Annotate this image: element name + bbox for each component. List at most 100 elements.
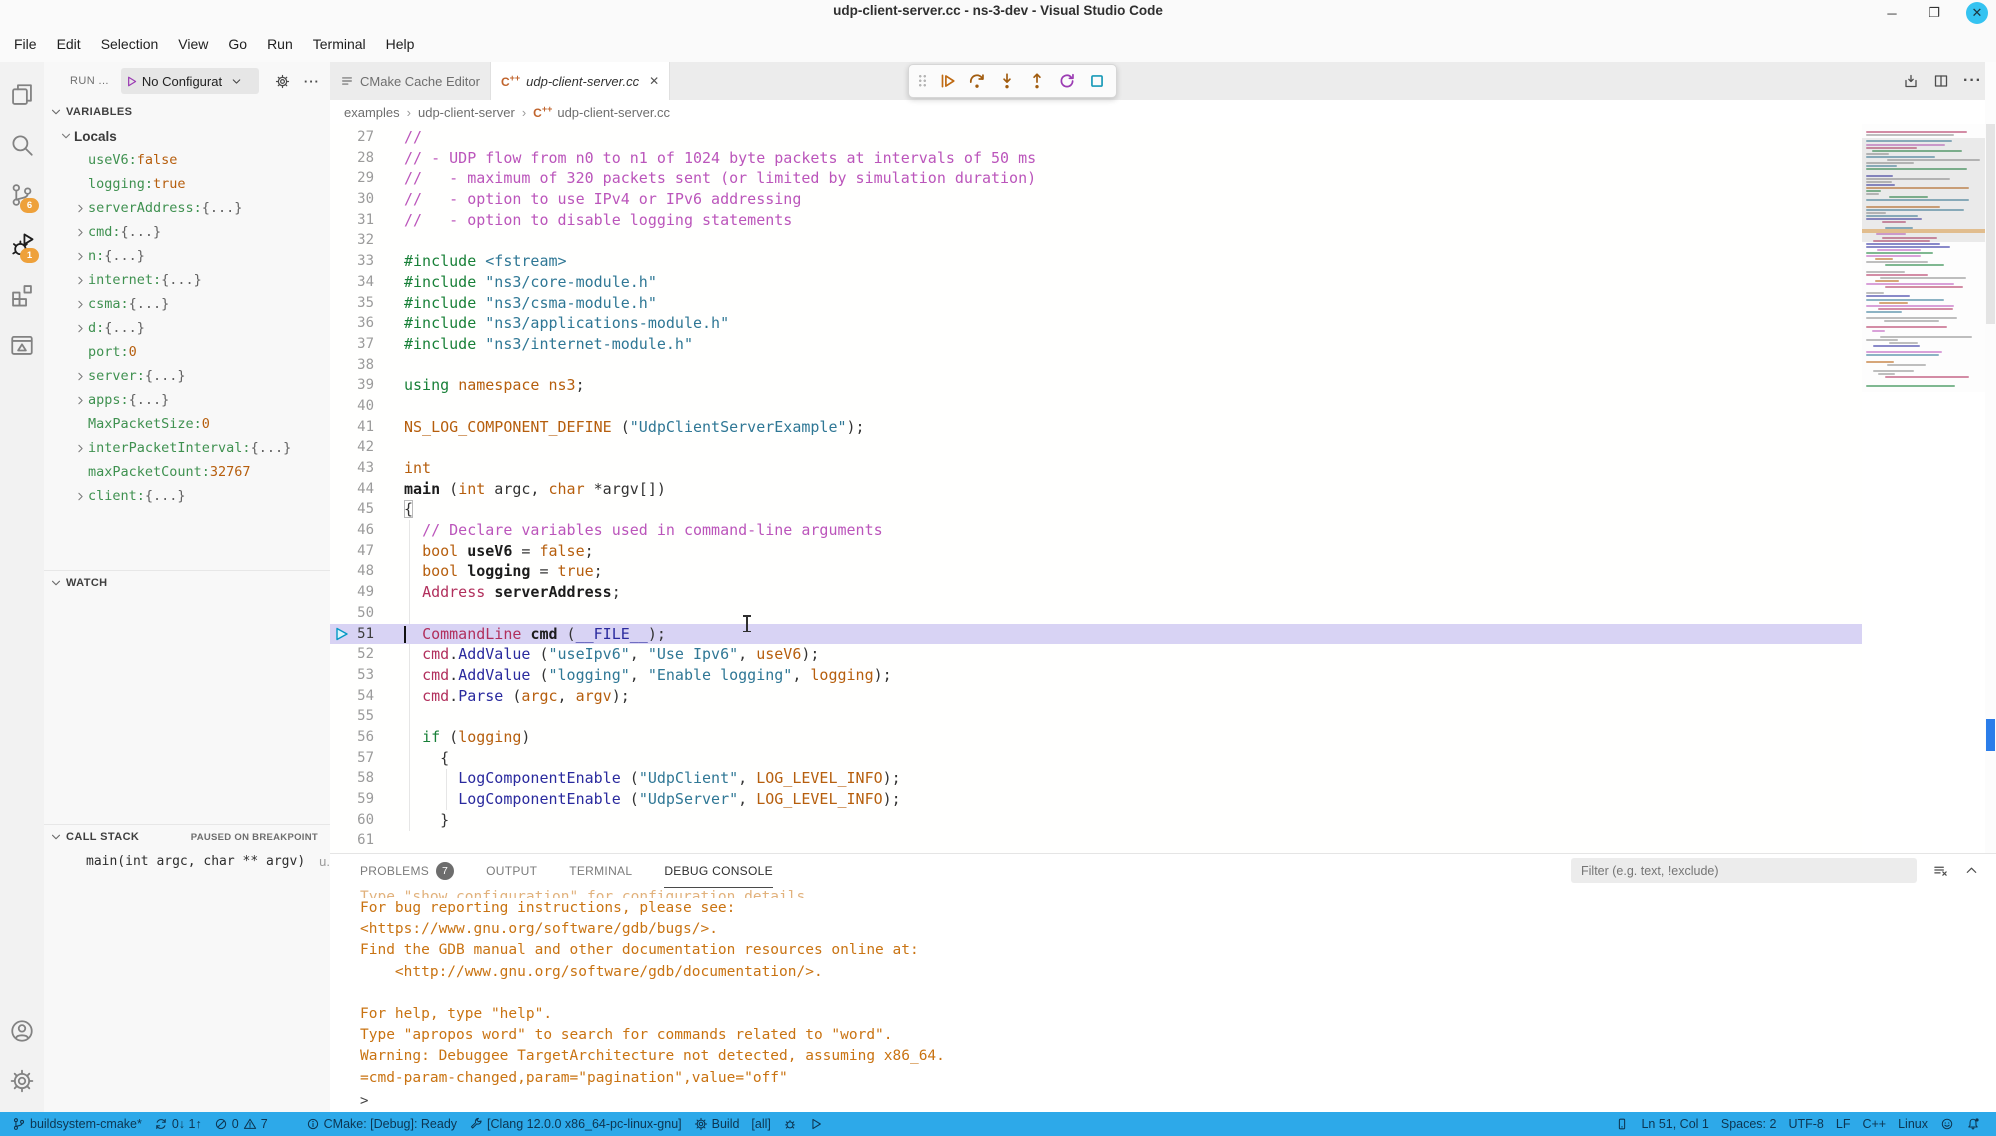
line-number[interactable]: 33 (330, 251, 374, 272)
activity-source-control[interactable]: 6 (0, 170, 44, 220)
debug-console-output[interactable]: Type "show configuration" for configurat… (360, 887, 1986, 1089)
code-line-52[interactable]: 52 cmd.AddValue ("useIpv6", "Use Ipv6", … (330, 644, 1862, 665)
variables-section-header[interactable]: VARIABLES (44, 100, 330, 124)
status-cursor-position[interactable]: Ln 51, Col 1 (1635, 1112, 1714, 1136)
menu-help[interactable]: Help (376, 31, 425, 57)
variable-row-logging[interactable]: logging: true (44, 172, 330, 196)
line-number[interactable]: 60 (330, 810, 374, 831)
status-indentation[interactable]: Spaces: 2 (1715, 1112, 1783, 1136)
line-number[interactable]: 61 (330, 830, 374, 851)
debug-settings-gear-icon[interactable] (275, 74, 290, 89)
line-number[interactable]: 43 (330, 458, 374, 479)
variable-row-internet[interactable]: internet: {...} (44, 268, 330, 292)
code-line-27[interactable]: 27// (330, 127, 1862, 148)
activity-run-and-debug[interactable]: 1 (0, 220, 44, 270)
tab-udp-client-server-cc[interactable]: C++udp-client-server.cc✕ (491, 62, 670, 100)
menu-go[interactable]: Go (218, 31, 257, 57)
views-more-actions[interactable]: ··· (304, 74, 320, 89)
status-remote-device[interactable] (1609, 1112, 1635, 1136)
status-cmake-launch[interactable] (803, 1112, 829, 1136)
activity-explorer[interactable] (0, 70, 44, 120)
code-line-28[interactable]: 28// - UDP flow from n0 to n1 of 1024 by… (330, 148, 1862, 169)
line-number[interactable]: 46 (330, 520, 374, 541)
variable-row-maxPacketCount[interactable]: maxPacketCount: 32767 (44, 460, 330, 484)
code-line-46[interactable]: 46 // Declare variables used in command-… (330, 520, 1862, 541)
line-number[interactable]: 37 (330, 334, 374, 355)
variable-row-n[interactable]: n: {...} (44, 244, 330, 268)
code-line-47[interactable]: 47 bool useV6 = false; (330, 541, 1862, 562)
line-number[interactable]: 48 (330, 561, 374, 582)
panel-tab-debug-console[interactable]: DEBUG CONSOLE (664, 854, 773, 888)
code-line-32[interactable]: 32 (330, 230, 1862, 251)
minimap[interactable] (1862, 124, 1985, 392)
line-number[interactable]: 45 (330, 499, 374, 520)
line-number[interactable]: 42 (330, 437, 374, 458)
code-line-36[interactable]: 36#include "ns3/applications-module.h" (330, 313, 1862, 334)
console-filter-input[interactable] (1579, 863, 1909, 879)
chevron-right-icon[interactable] (72, 250, 88, 263)
line-number[interactable]: 35 (330, 293, 374, 314)
debug-console-prompt[interactable]: > (360, 1091, 368, 1111)
menu-file[interactable]: File (4, 31, 47, 57)
line-number[interactable]: 27 (330, 127, 374, 148)
menu-terminal[interactable]: Terminal (303, 31, 376, 57)
code-line-54[interactable]: 54 cmd.Parse (argc, argv); (330, 686, 1862, 707)
menu-view[interactable]: View (168, 31, 218, 57)
line-number[interactable]: 57 (330, 748, 374, 769)
panel-tab-problems[interactable]: PROBLEMS7 (360, 854, 454, 888)
variable-row-apps[interactable]: apps: {...} (44, 388, 330, 412)
code-line-51[interactable]: 51 CommandLine cmd (__FILE__); (330, 624, 1862, 645)
code-line-48[interactable]: 48 bool logging = true; (330, 561, 1862, 582)
code-line-39[interactable]: 39using namespace ns3; (330, 375, 1862, 396)
code-editor[interactable]: 27//28// - UDP flow from n0 to n1 of 102… (330, 124, 1862, 853)
code-line-40[interactable]: 40 (330, 396, 1862, 417)
tab-cmake-cache-editor[interactable]: CMake Cache Editor (330, 62, 491, 100)
line-number[interactable]: 47 (330, 541, 374, 562)
status-os[interactable]: Linux (1892, 1112, 1934, 1136)
clear-console-icon[interactable] (1933, 863, 1948, 878)
status-sync-changes[interactable]: 0↓ 1↑ (148, 1112, 208, 1136)
stop-button[interactable] (1084, 68, 1110, 94)
activity-accounts[interactable] (0, 1006, 44, 1056)
code-line-34[interactable]: 34#include "ns3/core-module.h" (330, 272, 1862, 293)
line-number[interactable]: 28 (330, 148, 374, 169)
code-line-43[interactable]: 43int (330, 458, 1862, 479)
code-line-53[interactable]: 53 cmd.AddValue ("logging", "Enable logg… (330, 665, 1862, 686)
close-button[interactable]: ✕ (1966, 2, 1988, 24)
code-line-57[interactable]: 57 { (330, 748, 1862, 769)
code-line-35[interactable]: 35#include "ns3/csma-module.h" (330, 293, 1862, 314)
stack-frame-row[interactable]: main(int argc, char ** argv) u. (44, 849, 330, 873)
code-line-30[interactable]: 30// - option to use IPv4 or IPv6 addres… (330, 189, 1862, 210)
minimap-slider[interactable] (1862, 138, 1985, 242)
panel-tab-terminal[interactable]: TERMINAL (569, 854, 632, 888)
line-number[interactable]: 56 (330, 727, 374, 748)
line-number[interactable]: 58 (330, 768, 374, 789)
code-line-42[interactable]: 42 (330, 437, 1862, 458)
line-number[interactable]: 44 (330, 479, 374, 500)
code-line-33[interactable]: 33#include <fstream> (330, 251, 1862, 272)
status-problems[interactable]: 07 (208, 1112, 274, 1136)
activity-manage[interactable] (0, 1056, 44, 1106)
line-number[interactable]: 36 (330, 313, 374, 334)
code-line-31[interactable]: 31// - option to disable logging stateme… (330, 210, 1862, 231)
chevron-right-icon[interactable] (72, 202, 88, 215)
breadcrumb-item[interactable]: examples (344, 105, 400, 120)
breadcrumb-item[interactable]: udp-client-server.cc (557, 105, 670, 120)
chevron-right-icon[interactable] (72, 394, 88, 407)
activity-search[interactable] (0, 120, 44, 170)
variable-row-interPacketInterval[interactable]: interPacketInterval: {...} (44, 436, 330, 460)
line-number[interactable]: 38 (330, 355, 374, 376)
line-number[interactable]: 29 (330, 168, 374, 189)
code-line-29[interactable]: 29// - maximum of 320 packets sent (or l… (330, 168, 1862, 189)
breadcrumb-item[interactable]: udp-client-server (418, 105, 515, 120)
variable-row-port[interactable]: port: 0 (44, 340, 330, 364)
code-line-45[interactable]: 45{ (330, 499, 1862, 520)
panel-tab-output[interactable]: OUTPUT (486, 854, 537, 888)
step-out-button[interactable] (1024, 68, 1050, 94)
code-line-55[interactable]: 55 (330, 706, 1862, 727)
locals-group[interactable]: Locals (44, 124, 330, 148)
maximize-button[interactable]: ❐ (1924, 3, 1944, 23)
status-eol[interactable]: LF (1830, 1112, 1857, 1136)
variable-row-serverAddress[interactable]: serverAddress: {...} (44, 196, 330, 220)
status-encoding[interactable]: UTF-8 (1782, 1112, 1829, 1136)
